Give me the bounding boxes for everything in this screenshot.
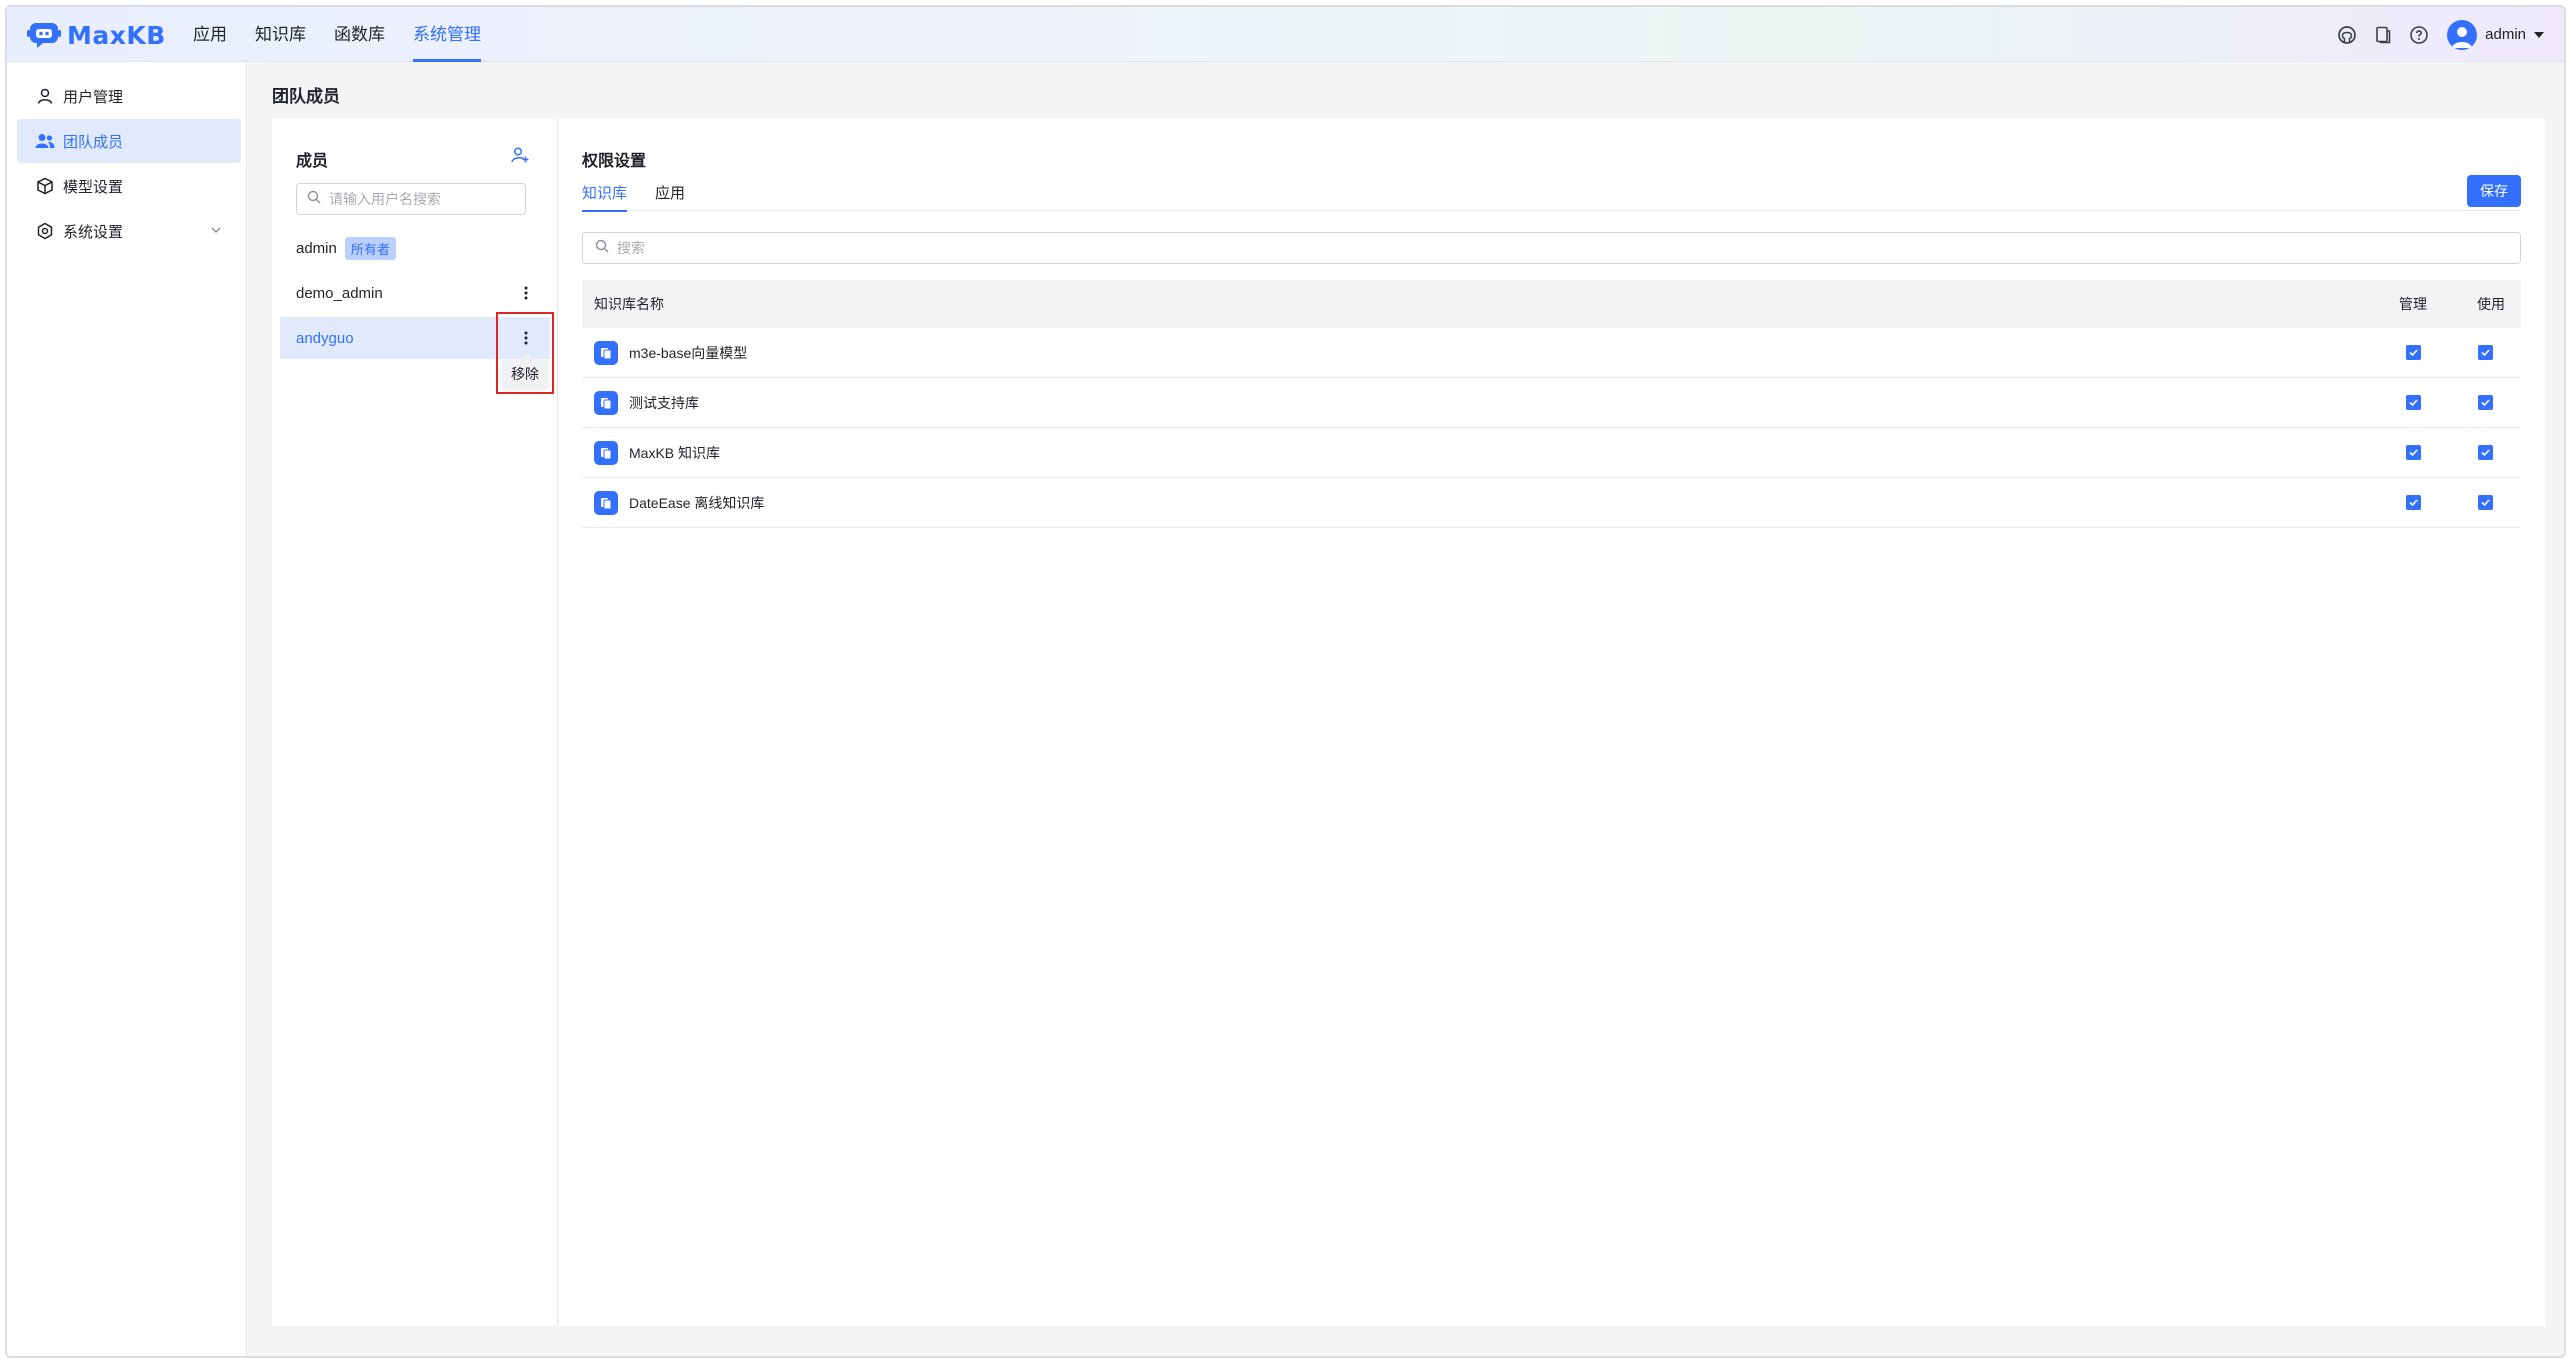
manage-checkbox[interactable] xyxy=(2406,445,2421,460)
knowledge-base-name: DateEase 离线知识库 xyxy=(629,494,765,511)
member-row[interactable]: admin 所有者 xyxy=(280,227,550,269)
logo-text: MaxKB xyxy=(67,20,166,50)
column-header-name: 知识库名称 xyxy=(594,296,664,312)
app-window: MaxKB 应用 知识库 函数库 系统管理 admin 用户管理 团队成员 模型… xyxy=(5,5,2566,1358)
nav-item-functions[interactable]: 函数库 xyxy=(334,7,385,62)
tab-apps[interactable]: 应用 xyxy=(655,177,685,211)
logo[interactable]: MaxKB xyxy=(27,20,166,50)
nav-item-knowledge[interactable]: 知识库 xyxy=(255,7,306,62)
sidebar-item-settings[interactable]: 系统设置 xyxy=(17,209,241,253)
manage-checkbox[interactable] xyxy=(2406,495,2421,510)
avatar[interactable] xyxy=(2447,19,2478,50)
member-name: andyguo xyxy=(296,329,354,347)
nav-item-system[interactable]: 系统管理 xyxy=(413,7,481,62)
main-nav: 应用 知识库 函数库 系统管理 xyxy=(193,7,509,62)
user-icon xyxy=(35,86,55,106)
member-search[interactable] xyxy=(296,183,526,215)
sidebar-item-team[interactable]: 团队成员 xyxy=(17,119,241,163)
use-checkbox[interactable] xyxy=(2478,345,2493,360)
permission-panel: 权限设置 知识库 应用 保存 知识库名称 管理 使用 xyxy=(558,119,2545,1326)
search-icon xyxy=(595,239,609,258)
search-icon xyxy=(307,190,321,209)
gear-icon xyxy=(35,221,55,241)
highlight-box xyxy=(496,312,554,394)
permission-search[interactable] xyxy=(582,232,2521,264)
github-icon[interactable] xyxy=(2329,17,2365,53)
knowledge-base-icon xyxy=(594,391,618,415)
knowledge-base-icon xyxy=(594,341,618,365)
more-icon[interactable] xyxy=(516,283,536,303)
members-title: 成员 xyxy=(296,153,329,170)
sidebar-item-label: 用户管理 xyxy=(63,88,124,106)
member-row[interactable]: demo_admin xyxy=(280,272,550,314)
members-panel: 成员 admin 所有者 demo_admin andy xyxy=(272,119,558,1326)
table-header: 知识库名称 管理 使用 xyxy=(582,280,2521,328)
docs-icon[interactable] xyxy=(2365,17,2401,53)
use-checkbox[interactable] xyxy=(2478,395,2493,410)
sidebar-item-models[interactable]: 模型设置 xyxy=(17,164,241,208)
content-card: 成员 admin 所有者 demo_admin andy xyxy=(272,119,2545,1326)
sidebar: 用户管理 团队成员 模型设置 系统设置 xyxy=(7,62,247,1356)
add-member-icon[interactable] xyxy=(508,143,532,167)
member-name: demo_admin xyxy=(296,284,383,302)
sidebar-item-users[interactable]: 用户管理 xyxy=(17,74,241,118)
top-header: MaxKB 应用 知识库 函数库 系统管理 admin xyxy=(7,7,2564,62)
permission-table: 知识库名称 管理 使用 m3e-base向量模型 测试支持库 MaxKB 知识库… xyxy=(582,280,2521,528)
sidebar-item-label: 模型设置 xyxy=(63,178,124,196)
permission-title: 权限设置 xyxy=(582,153,647,170)
header-actions: admin xyxy=(2329,7,2544,62)
table-row: DateEase 离线知识库 xyxy=(582,478,2521,528)
member-search-input[interactable] xyxy=(329,191,519,207)
owner-badge: 所有者 xyxy=(344,236,396,260)
permission-search-input[interactable] xyxy=(617,240,2520,256)
knowledge-base-icon xyxy=(594,491,618,515)
knowledge-base-name: MaxKB 知识库 xyxy=(629,444,721,461)
permission-tabs: 知识库 应用 xyxy=(582,177,2521,212)
page-title: 团队成员 xyxy=(272,87,340,106)
table-row: 测试支持库 xyxy=(582,378,2521,428)
knowledge-base-icon xyxy=(594,441,618,465)
manage-checkbox[interactable] xyxy=(2406,395,2421,410)
save-button[interactable]: 保存 xyxy=(2467,175,2521,207)
help-icon[interactable] xyxy=(2401,17,2437,53)
sidebar-item-label: 团队成员 xyxy=(63,133,124,151)
column-header-manage: 管理 xyxy=(2399,296,2427,312)
member-name: admin xyxy=(296,239,337,257)
caret-down-icon[interactable] xyxy=(2534,31,2544,38)
column-header-use: 使用 xyxy=(2477,296,2505,312)
team-icon xyxy=(35,131,55,151)
use-checkbox[interactable] xyxy=(2478,445,2493,460)
table-row: MaxKB 知识库 xyxy=(582,428,2521,478)
nav-item-apps[interactable]: 应用 xyxy=(193,7,227,62)
cube-icon xyxy=(35,176,55,196)
knowledge-base-name: m3e-base向量模型 xyxy=(629,344,748,361)
knowledge-base-name: 测试支持库 xyxy=(629,394,699,411)
sidebar-item-label: 系统设置 xyxy=(63,223,124,241)
logo-icon xyxy=(27,21,61,49)
use-checkbox[interactable] xyxy=(2478,495,2493,510)
user-name[interactable]: admin xyxy=(2485,26,2526,43)
manage-checkbox[interactable] xyxy=(2406,345,2421,360)
chevron-down-icon xyxy=(209,223,223,241)
tab-knowledge[interactable]: 知识库 xyxy=(582,177,628,212)
table-row: m3e-base向量模型 xyxy=(582,328,2521,378)
